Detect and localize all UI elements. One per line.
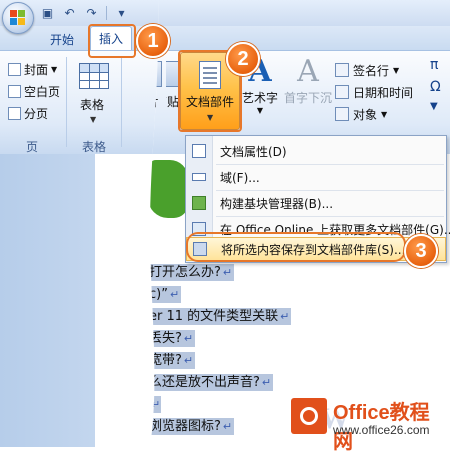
symbols-group: π Ω ▼ — [430, 57, 450, 112]
chevron-down-icon: ▼ — [256, 106, 264, 115]
callout-step-2: 2 — [226, 42, 260, 76]
tab-home[interactable]: 开始 — [50, 31, 74, 48]
object-icon — [335, 107, 349, 121]
page-break-icon — [8, 107, 21, 120]
signature-line-button[interactable]: 签名行 ▼ — [335, 59, 413, 81]
dropcap-label: 首字下沉 — [283, 91, 332, 105]
menu-item-field[interactable]: 域(F)... — [186, 165, 446, 189]
chevron-down-icon: ▼ — [393, 65, 400, 75]
highlight-ring-save — [186, 232, 406, 262]
group-separator — [66, 57, 67, 147]
document-property-icon — [192, 144, 206, 158]
signature-line-icon — [335, 63, 349, 77]
undo-icon[interactable]: ↶ — [62, 5, 77, 20]
office-button[interactable] — [2, 2, 34, 34]
date-time-button[interactable]: 日期和时间 — [335, 81, 413, 103]
callout-step-3: 3 — [404, 234, 438, 268]
highlight-ring-insert — [88, 24, 136, 58]
left-page-layer: ▣ ↶ ↷ ▾ 开始 封面 ▼ 空白页 分页 页 表格 ▼ 表格 — [0, 0, 162, 447]
cover-page-icon — [8, 63, 21, 76]
customize-qat-icon[interactable]: ▾ — [114, 5, 129, 20]
equation-icon[interactable]: π — [430, 57, 450, 73]
doc-line: er 11 的文件类型关联 ↵ — [149, 309, 290, 324]
doc-line: 丢失? ↵ — [149, 331, 194, 346]
save-icon[interactable]: ▣ — [40, 5, 55, 20]
object-button[interactable]: 对象 ▼ — [335, 103, 413, 125]
menu-item-building-blocks[interactable]: 构建基块管理器(B)... — [186, 191, 446, 215]
office-logo-icon — [10, 10, 26, 26]
cover-page-label: 封面 — [24, 63, 49, 77]
field-icon — [192, 173, 206, 181]
quick-access-toolbar: ▣ ↶ ↷ ▾ — [40, 5, 129, 20]
blank-page-button[interactable]: 空白页 — [8, 83, 60, 100]
page-break-button[interactable]: 分页 — [8, 105, 48, 122]
dropcap-icon: A — [297, 57, 319, 89]
chevron-down-icon: ▼ — [90, 115, 97, 124]
watermark: Office教程网 www.office26.com — [285, 392, 447, 453]
qat-separator — [106, 5, 107, 20]
object-label: 对象 — [353, 107, 378, 122]
clipart-image — [148, 160, 188, 218]
table-icon[interactable] — [79, 63, 109, 89]
wordart-label: 艺术字 — [242, 91, 279, 105]
date-time-label: 日期和时间 — [353, 85, 414, 100]
cover-page-button[interactable]: 封面 ▼ — [8, 61, 57, 78]
text-group-right: 签名行 ▼ 日期和时间 对象 ▼ — [335, 59, 413, 125]
blank-page-label: 空白页 — [24, 85, 61, 99]
left-document-area — [0, 154, 162, 447]
doc-line: c)” ↵ — [149, 287, 180, 302]
redo-icon[interactable]: ↷ — [84, 5, 99, 20]
group-separator — [121, 57, 122, 147]
signature-line-label: 签名行 — [353, 63, 390, 78]
building-blocks-icon — [192, 196, 206, 210]
chevron-down-icon: ▼ — [430, 101, 438, 112]
doc-line: 宽带? ↵ — [149, 353, 194, 368]
callout-step-1: 1 — [136, 24, 170, 58]
watermark-url: www.office26.com — [333, 423, 430, 437]
group-label-tables: 表格 — [82, 140, 107, 154]
office-watermark-icon — [291, 398, 327, 434]
page-break-label: 分页 — [24, 107, 49, 121]
ribbon-left: 封面 ▼ 空白页 分页 页 表格 ▼ 表格 — [0, 50, 162, 155]
menu-item-document-property[interactable]: 文档属性(D) — [186, 139, 446, 163]
dropcap-button[interactable]: A 首字下沉 — [283, 57, 333, 106]
calendar-icon — [335, 85, 349, 99]
doc-line: 浏览器图标? ↵ — [149, 419, 233, 434]
group-label-pages: 页 — [26, 140, 39, 154]
doc-line: 么还是放不出声音? ↵ — [149, 375, 272, 390]
table-button-label[interactable]: 表格 — [80, 96, 104, 113]
doc-line: 打开怎么办? ↵ — [149, 265, 233, 280]
blank-page-icon — [8, 85, 21, 98]
chevron-down-icon: ▼ — [51, 65, 58, 74]
symbol-icon[interactable]: Ω — [430, 79, 450, 95]
chevron-down-icon: ▼ — [381, 109, 388, 119]
